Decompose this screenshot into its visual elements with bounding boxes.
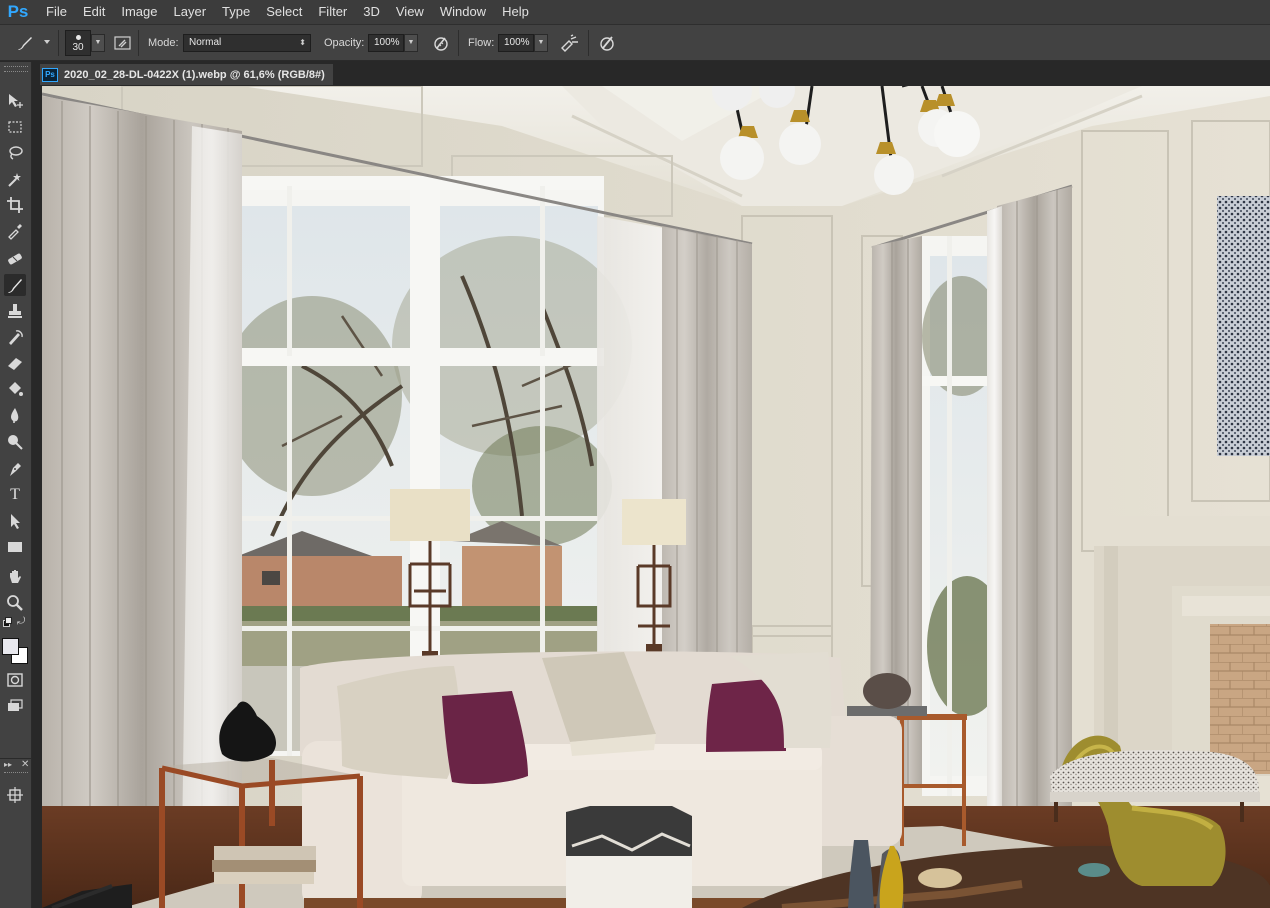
menu-edit[interactable]: Edit	[75, 0, 113, 24]
move-tool-icon[interactable]	[4, 90, 26, 112]
lasso-tool-icon[interactable]	[4, 142, 26, 164]
brush-size-value: 30	[72, 42, 84, 53]
tools-panel: T ⤾ ▸▸ ✕	[0, 62, 32, 908]
pressure-size-icon[interactable]	[596, 32, 618, 54]
brush-size-dropdown-icon[interactable]: ▼	[91, 34, 105, 52]
path-select-icon[interactable]	[4, 510, 26, 532]
menu-bar: Ps File Edit Image Layer Type Select Fil…	[0, 0, 1270, 24]
quick-select-icon[interactable]	[4, 168, 26, 190]
zoom-tool-icon[interactable]	[4, 592, 26, 614]
blur-tool-icon[interactable]	[4, 404, 26, 426]
separator	[58, 30, 59, 56]
history-brush-icon[interactable]	[4, 326, 26, 348]
document-type-icon: Ps	[42, 67, 58, 82]
document-title: 2020_02_28-DL-0422X (1).webp @ 61,6% (RG…	[64, 68, 325, 81]
healing-brush-icon[interactable]	[4, 248, 26, 270]
menu-window[interactable]: Window	[432, 0, 494, 24]
brush-tool-icon[interactable]	[4, 274, 26, 296]
eyedropper-icon[interactable]	[4, 220, 26, 242]
hand-tool-icon[interactable]	[4, 566, 26, 588]
default-colors-icon[interactable]	[3, 617, 12, 627]
menu-view[interactable]: View	[388, 0, 432, 24]
menu-select[interactable]: Select	[258, 0, 310, 24]
opacity-label: Opacity:	[324, 37, 365, 49]
menu-3d[interactable]: 3D	[355, 0, 388, 24]
opacity-value: 100%	[374, 37, 400, 48]
clone-stamp-icon[interactable]	[4, 300, 26, 322]
menu-help[interactable]: Help	[494, 0, 537, 24]
panel-grip[interactable]	[4, 66, 28, 72]
mode-label: Mode:	[148, 37, 179, 49]
photoshop-logo: Ps	[7, 2, 29, 21]
brush-tip-icon	[76, 35, 81, 40]
pen-tool-icon[interactable]	[4, 458, 26, 480]
airbrush-icon[interactable]	[559, 32, 581, 54]
properties-panel-icon[interactable]	[4, 784, 26, 806]
dodge-tool-icon[interactable]	[4, 430, 26, 452]
flow-label: Flow:	[468, 37, 495, 49]
image-canvas[interactable]	[42, 86, 1270, 908]
menu-file[interactable]: File	[38, 0, 75, 24]
blend-mode-value: Normal	[189, 37, 222, 48]
type-tool-icon[interactable]: T	[4, 484, 26, 506]
blend-mode-select[interactable]: Normal ⬍	[183, 34, 311, 52]
separator	[588, 30, 589, 56]
separator	[458, 30, 459, 56]
document-tab[interactable]: Ps 2020_02_28-DL-0422X (1).webp @ 61,6% …	[40, 64, 333, 85]
rectangle-tool-icon[interactable]	[4, 536, 26, 558]
expand-panels-icon[interactable]: ▸▸	[4, 760, 12, 769]
screen-mode-icon[interactable]	[4, 695, 26, 717]
panel-grip-secondary[interactable]	[4, 772, 28, 776]
brush-preset-chevron-icon[interactable]	[44, 40, 50, 44]
opacity-dropdown-icon[interactable]: ▼	[404, 34, 418, 52]
brush-size-picker[interactable]: 30	[65, 30, 91, 56]
foreground-color-swatch[interactable]	[2, 638, 19, 655]
menu-layer[interactable]: Layer	[166, 0, 215, 24]
brush-panel-toggle-icon[interactable]	[112, 32, 134, 54]
menu-type[interactable]: Type	[214, 0, 258, 24]
quick-mask-icon[interactable]	[4, 669, 26, 691]
marquee-tool-icon[interactable]	[4, 116, 26, 138]
menu-filter[interactable]: Filter	[310, 0, 355, 24]
close-panel-icon[interactable]: ✕	[21, 759, 29, 770]
brush-preset-icon[interactable]	[14, 32, 36, 54]
pressure-opacity-icon[interactable]	[430, 32, 452, 54]
living-room-photo	[42, 86, 1270, 908]
crop-tool-icon[interactable]	[4, 194, 26, 216]
separator	[138, 30, 139, 56]
paint-bucket-icon[interactable]	[4, 378, 26, 400]
eraser-icon[interactable]	[4, 352, 26, 374]
swap-colors-icon[interactable]: ⤾	[17, 616, 25, 627]
menu-image[interactable]: Image	[113, 0, 165, 24]
flow-dropdown-icon[interactable]: ▼	[534, 34, 548, 52]
flow-value: 100%	[504, 37, 530, 48]
opacity-input[interactable]: 100%	[368, 34, 404, 52]
updown-arrows-icon: ⬍	[299, 38, 306, 47]
options-bar: 30 ▼ Mode: Normal ⬍ Opacity: 100% ▼ Flow…	[0, 24, 1270, 61]
flow-input[interactable]: 100%	[498, 34, 534, 52]
